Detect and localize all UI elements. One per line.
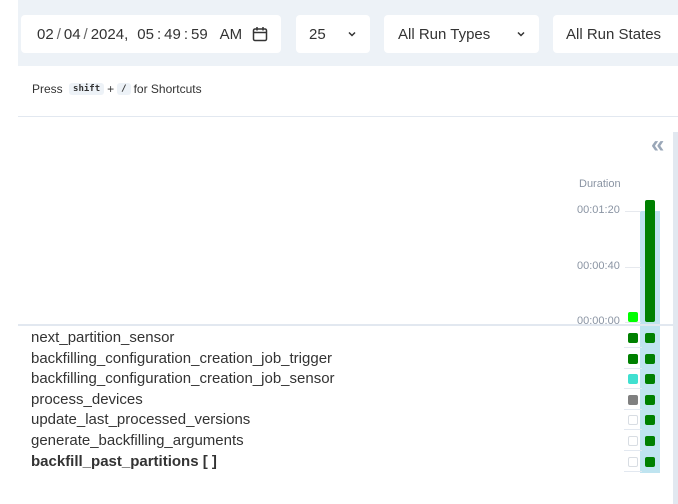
row-divider (624, 347, 642, 348)
task-instance-cell[interactable] (645, 394, 655, 405)
run-state-select[interactable]: All Run States (553, 15, 678, 53)
task-name[interactable]: update_last_processed_versions (31, 411, 250, 428)
date-separator: / (83, 25, 88, 43)
date-month[interactable]: 02 (37, 26, 54, 43)
chart-separator (18, 324, 673, 326)
row-divider (624, 429, 642, 431)
row-divider (624, 450, 642, 451)
page-size-value: 25 (309, 25, 326, 43)
duration-gridline (625, 322, 641, 323)
shortcuts-prefix: Press (32, 82, 63, 96)
date-day[interactable]: 04 (64, 26, 81, 43)
time-minute[interactable]: 49 (164, 26, 181, 43)
row-divider (624, 388, 642, 390)
shortcuts-suffix: for Shortcuts (133, 82, 202, 96)
shift-key: shift (69, 83, 105, 95)
time-ampm[interactable]: AM (220, 26, 243, 43)
page-size-select[interactable]: 25 (296, 15, 370, 53)
duration-gridline (625, 266, 641, 268)
calendar-icon[interactable] (252, 26, 268, 42)
collapse-grid-button[interactable]: « (651, 131, 664, 159)
date-year[interactable]: 2024 (91, 26, 124, 43)
divider (18, 116, 678, 117)
duration-tick-label: 00:01:20 (577, 204, 620, 216)
task-name[interactable]: next_partition_sensor (31, 329, 174, 346)
task-name[interactable]: backfilling_configuration_creation_job_s… (31, 370, 335, 387)
time-second[interactable]: 59 (191, 26, 208, 43)
task-instance-cell[interactable] (628, 333, 638, 343)
shortcuts-hint: Press shift + / for Shortcuts (32, 82, 202, 96)
duration-axis-title: Duration (579, 178, 621, 190)
duration-tick-label: 00:00:40 (577, 259, 620, 272)
time-separator: : (156, 25, 162, 43)
task-instance-cell[interactable] (628, 353, 638, 364)
shortcuts-plus: + (107, 82, 115, 96)
row-divider (624, 408, 642, 410)
chevron-down-icon (346, 27, 358, 39)
task-instance-cell[interactable] (645, 374, 655, 385)
run-duration-bar[interactable] (645, 199, 655, 322)
task-instance-cell[interactable] (645, 436, 655, 446)
task-instance-cell[interactable] (628, 415, 638, 426)
task-name[interactable]: process_devices (31, 391, 143, 408)
slash-key: / (117, 83, 131, 95)
execution-date-input[interactable]: 02/04/2024, 05:49:59 AM (21, 15, 281, 53)
task-instance-cell[interactable] (628, 394, 638, 405)
task-instance-cell[interactable] (628, 374, 638, 385)
details-panel-edge (673, 132, 678, 504)
task-name[interactable]: backfilling_configuration_creation_job_t… (31, 350, 332, 367)
task-name[interactable]: generate_backfilling_arguments (31, 432, 244, 449)
row-divider (624, 470, 642, 472)
run-duration-bar[interactable] (628, 312, 638, 322)
time-separator: : (183, 25, 188, 43)
task-instance-cell[interactable] (645, 353, 655, 364)
task-instance-cell[interactable] (628, 436, 638, 446)
run-state-value: All Run States (566, 25, 662, 43)
run-type-value: All Run Types (398, 25, 491, 43)
task-instance-cell[interactable] (645, 456, 655, 467)
date-comma: , (124, 25, 129, 43)
time-hour[interactable]: 05 (137, 26, 154, 43)
chevron-down-icon (515, 27, 527, 39)
task-instance-cell[interactable] (645, 333, 655, 343)
duration-tick-label: 00:00:00 (577, 315, 620, 327)
task-instance-cell[interactable] (645, 415, 655, 426)
row-divider (624, 367, 642, 369)
task-instance-cell[interactable] (628, 456, 638, 467)
duration-gridline (625, 211, 641, 212)
run-type-select[interactable]: All Run Types (384, 15, 539, 53)
date-separator: / (56, 25, 61, 43)
task-name[interactable]: backfill_past_partitions [ ] (31, 453, 217, 470)
